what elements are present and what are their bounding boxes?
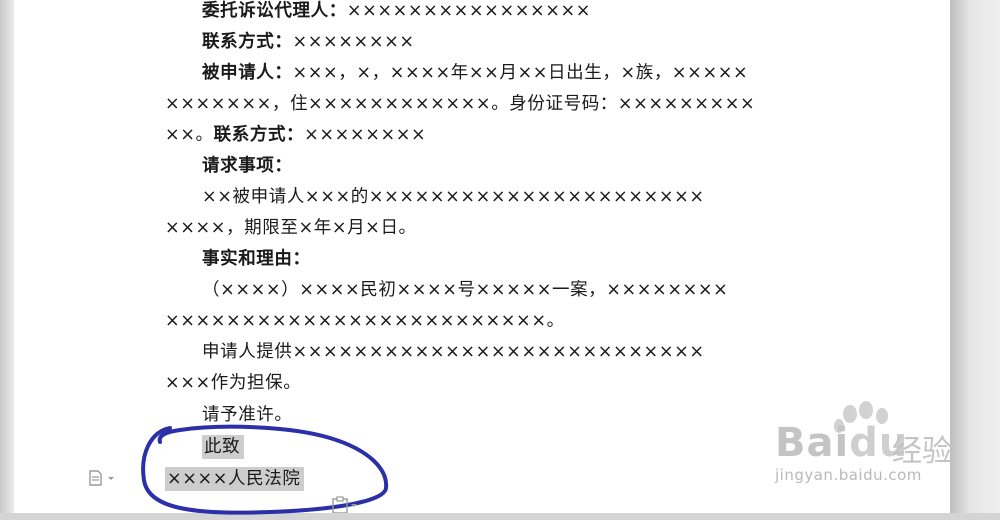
respondent-line-3: ××。联系方式：×××××××× [165,120,825,151]
respondent-contact-label: 联系方式： [213,125,305,145]
watermark-url: jingyan.baidu.com [775,466,922,484]
facts-heading: 事实和理由： [202,249,311,269]
agent-line: 委托诉讼代理人：×××××××××××××××× [202,0,862,27]
paste-options-icon[interactable] [88,468,116,488]
respondent-line-2: ×××××××，住××××××××××××。身份证号码：××××××××× [165,89,825,120]
watermark-brand-a: Bai [775,420,850,466]
respondent-contact-value: ×××××××× [304,125,427,145]
contact-label: 联系方式： [202,32,293,52]
respondent-value-2: ×××××××，住××××××××××××。身份证号码：××××××××× [165,94,756,114]
contact-value: ×××××××× [292,32,415,52]
paste-options-icon-2[interactable] [330,496,360,513]
agent-value: ×××××××××××××××× [346,1,592,21]
contact-line: 联系方式：×××××××× [202,27,862,58]
request-heading: 请求事项： [202,156,293,176]
respondent-line: 被申请人：×××，×，××××年××月××日出生，×族，××××× [202,58,862,89]
facts-line-1: （××××）××××民初××××号×××××一案，×××××××× [202,280,729,300]
request-line-2: ××××，期限至×年×月×日。 [165,218,417,238]
page-shadow-left [0,0,14,513]
guarantee-line-2: ×××作为担保。 [165,373,302,393]
respondent-label: 被申请人： [202,63,293,83]
facts-line-2: ×××××××××××××××××××××××××。 [165,311,565,331]
watermark-brand-cn: 经验 [892,434,952,469]
guarantee-line-1: 申请人提供××××××××××××××××××××××××××× [202,342,705,362]
respondent-id-tail: ××。 [165,125,214,145]
respondent-value: ×××，×，××××年××月××日出生，×族，××××× [292,63,749,83]
request-line-1: ××被申请人×××的×××××××××××××××××××××× [202,187,705,207]
watermark-brand: Baidu [775,420,908,466]
agent-label: 委托诉讼代理人： [202,1,347,21]
